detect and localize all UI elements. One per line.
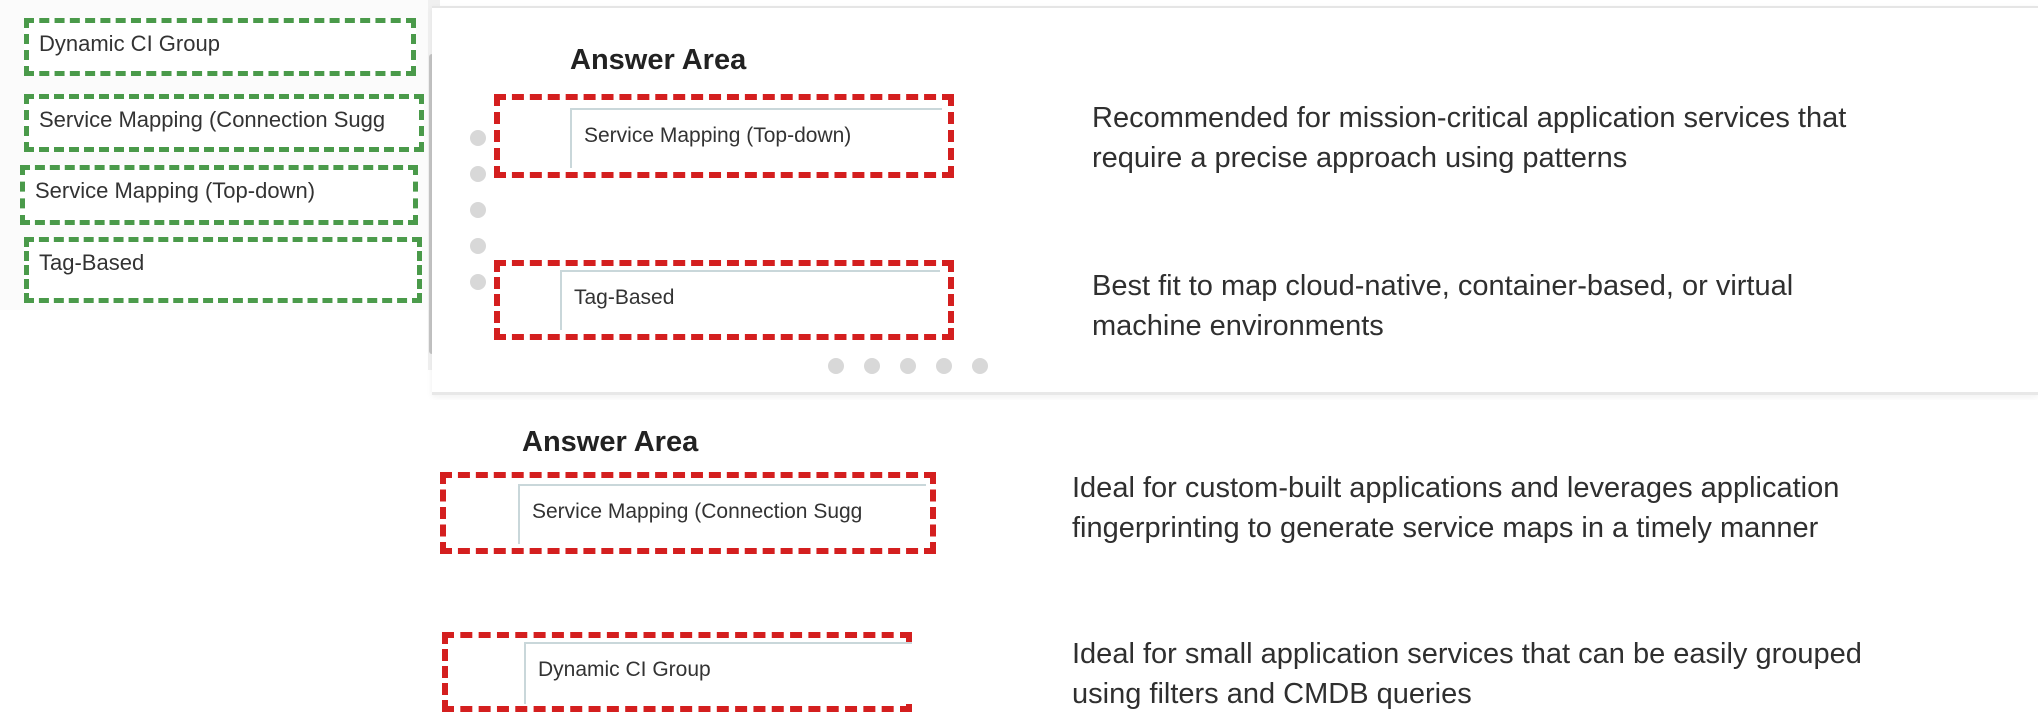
description-line: using filters and CMDB queries [1072,678,1472,710]
drag-handle-dot [470,274,486,290]
source-option-label: Service Mapping (Top-down) [35,178,316,203]
selected-option-chip[interactable]: Service Mapping (Connection Sugg [518,484,926,544]
description-text-1: Recommended for mission-critical applica… [1092,98,1846,178]
pagination-dot [864,358,880,374]
description-line: Ideal for small application services tha… [1072,638,1862,670]
selected-option-chip[interactable]: Dynamic CI Group [524,642,912,704]
description-line: fingerprinting to generate service maps … [1072,512,1819,544]
drag-handle-dot [470,238,486,254]
description-line: Best fit to map cloud-native, container-… [1092,270,1794,302]
source-option-dynamic-ci-group[interactable]: Dynamic CI Group [24,18,416,76]
source-option-service-mapping-connection[interactable]: Service Mapping (Connection Sugg [24,94,424,152]
selected-option-label: Service Mapping (Top-down) [584,124,852,147]
drag-handle-dot [470,166,486,182]
drop-zone-2[interactable]: Tag-Based [494,260,954,340]
description-line: machine environments [1092,310,1384,342]
answer-area-title: Answer Area [522,426,699,458]
pagination-dot [900,358,916,374]
source-options-panel: Dynamic CI Group Service Mapping (Connec… [0,0,432,310]
drop-zone-1[interactable]: Service Mapping (Top-down) [494,94,954,178]
drop-zone-4[interactable]: Dynamic CI Group [442,632,912,712]
selected-option-chip[interactable]: Service Mapping (Top-down) [570,108,942,168]
selected-option-chip[interactable]: Tag-Based [560,270,940,330]
selected-option-label: Service Mapping (Connection Sugg [532,500,863,523]
description-text-3: Ideal for custom-built applications and … [1072,468,1839,548]
pagination-dot [828,358,844,374]
answer-panel-2: Answer Area Service Mapping (Connection … [432,400,2038,719]
pagination-dot [972,358,988,374]
pagination-dot [936,358,952,374]
source-option-label: Tag-Based [39,250,145,275]
source-option-service-mapping-top-down[interactable]: Service Mapping (Top-down) [20,165,418,225]
selected-option-label: Tag-Based [574,286,675,309]
source-option-tag-based[interactable]: Tag-Based [24,237,422,303]
answer-panel-1: Answer Area Service Mapping (Top-down) R… [432,6,2038,395]
description-text-4: Ideal for small application services tha… [1072,634,1862,714]
source-option-label: Dynamic CI Group [39,31,220,56]
drag-handle-dot [470,130,486,146]
drop-zone-3[interactable]: Service Mapping (Connection Sugg [440,472,936,554]
drag-handle-dot [470,202,486,218]
description-line: Recommended for mission-critical applica… [1092,102,1847,134]
source-option-label: Service Mapping (Connection Sugg [39,107,386,132]
selected-option-label: Dynamic CI Group [538,658,711,681]
description-line: require a precise approach using pattern… [1092,142,1628,174]
description-text-2: Best fit to map cloud-native, container-… [1092,266,1793,346]
description-line: Ideal for custom-built applications and … [1072,472,1840,504]
answer-area-title: Answer Area [570,44,747,76]
